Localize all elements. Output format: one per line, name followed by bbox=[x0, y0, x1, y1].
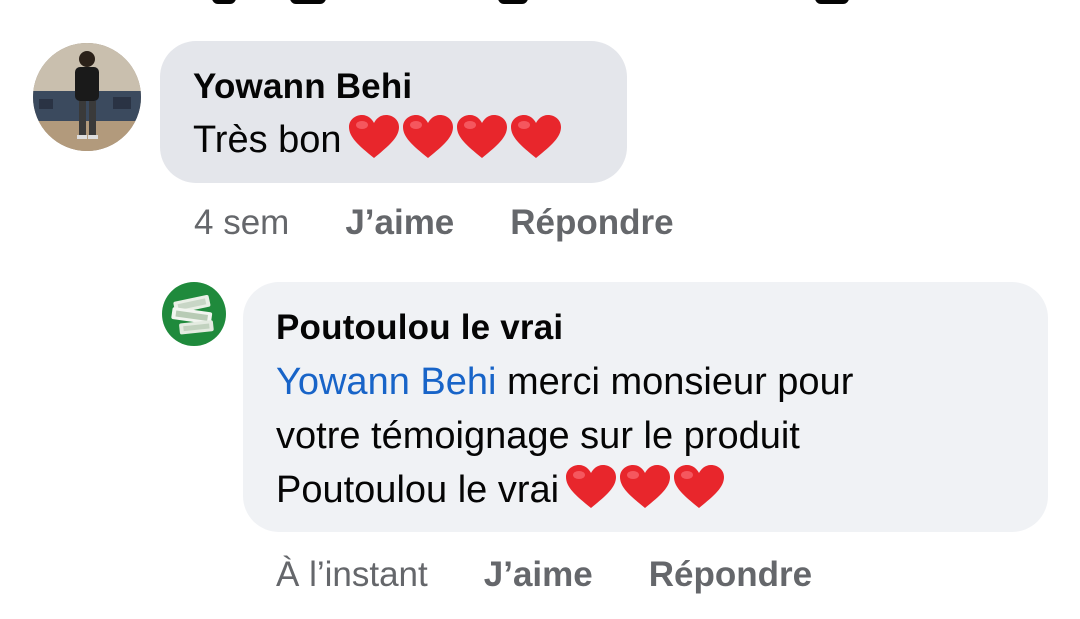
reply-actions: À l’instant J’aime Répondre bbox=[276, 555, 812, 595]
like-button[interactable]: J’aime bbox=[345, 203, 454, 243]
reply-bubble: Poutoulou le vrai Yowann Behi merci mons… bbox=[243, 282, 1048, 532]
like-button[interactable]: J’aime bbox=[484, 555, 593, 595]
heart-icon bbox=[565, 464, 617, 510]
reply-text-line-1: Yowann Behi merci monsieur pour bbox=[276, 355, 853, 409]
comment-author[interactable]: Yowann Behi bbox=[193, 67, 412, 107]
comment-body: Très bon bbox=[193, 119, 342, 161]
reply-button[interactable]: Répondre bbox=[510, 203, 673, 243]
heart-icon bbox=[673, 464, 725, 510]
reply-text-line-3: Poutoulou le vrai bbox=[276, 463, 727, 525]
heart-emoji-group bbox=[565, 464, 727, 525]
heart-icon bbox=[402, 114, 454, 160]
avatar[interactable] bbox=[162, 282, 226, 346]
reply-timestamp[interactable]: À l’instant bbox=[276, 555, 428, 595]
comment-text: Très bon bbox=[193, 113, 564, 175]
heart-icon bbox=[619, 464, 671, 510]
heart-icon bbox=[510, 114, 562, 160]
avatar-money-icon bbox=[162, 282, 226, 346]
mention-link[interactable]: Yowann Behi bbox=[276, 361, 496, 403]
comment-timestamp[interactable]: 4 sem bbox=[194, 203, 289, 243]
reply-text-line-2: votre témoignage sur le produit bbox=[276, 415, 800, 457]
reply-button[interactable]: Répondre bbox=[649, 555, 812, 595]
heart-icon bbox=[456, 114, 508, 160]
comment-actions: 4 sem J’aime Répondre bbox=[194, 203, 674, 243]
comment-thread: Yowann Behi Très bon 4 sem J’aime Répond… bbox=[0, 0, 1080, 619]
comment-bubble: Yowann Behi Très bon bbox=[160, 41, 627, 183]
avatar-photo-icon bbox=[33, 43, 141, 151]
avatar[interactable] bbox=[33, 43, 141, 151]
previous-text-cutoff bbox=[0, 0, 1080, 4]
heart-icon bbox=[348, 114, 400, 160]
reply-text-segment: Poutoulou le vrai bbox=[276, 469, 560, 511]
heart-emoji-group bbox=[348, 114, 564, 175]
reply-text-segment: merci monsieur pour bbox=[496, 361, 854, 403]
reply-author[interactable]: Poutoulou le vrai bbox=[276, 308, 563, 348]
